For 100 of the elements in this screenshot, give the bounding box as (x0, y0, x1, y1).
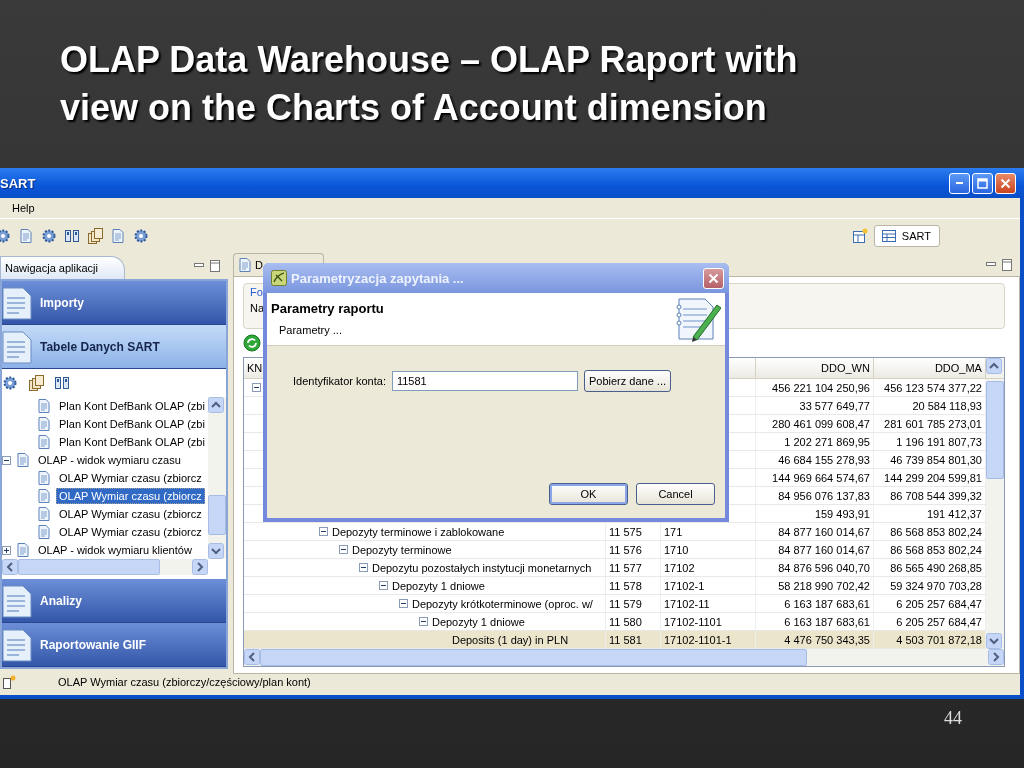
table-cell: 11 577 (608, 561, 642, 574)
category-bar[interactable]: Analizy (2, 579, 226, 623)
menu-item[interactable]: Help (10, 202, 37, 214)
document-icon (36, 434, 52, 450)
collapse-toggle[interactable] (318, 527, 328, 536)
new-window-icon[interactable] (851, 228, 868, 244)
scrollbar-thumb[interactable] (18, 559, 160, 575)
collapse-toggle[interactable] (251, 383, 261, 392)
table-cell: Depozyty krótkoterminowe (oproc. w/ (411, 597, 593, 610)
table-cell: Depozytu pozostałych instytucji monetarnych (371, 561, 592, 574)
cancel-button[interactable]: Cancel (636, 483, 715, 505)
tree-item[interactable]: OLAP Wymiar czasu (zbiorcz (56, 488, 205, 504)
minimize-button[interactable] (949, 172, 970, 194)
ok-button[interactable]: OK (549, 483, 628, 505)
document-icon (36, 488, 52, 504)
tree-item[interactable]: Plan Kont DefBank OLAP (zbi (56, 434, 208, 450)
table-row[interactable]: Depozyty 1 dniowe 11 580 17102-1101 6 163 187 683,61 6 205 257 684,47 (243, 613, 986, 631)
field-label: Identyfikator konta: (293, 375, 386, 387)
dialog-heading: Parametry raportu (271, 301, 384, 316)
table-cell: 17102-1101 (663, 615, 722, 628)
category-bar[interactable]: Raportowanie GIIF (2, 623, 226, 667)
table-row[interactable]: Depozyty terminowe i zablokowane 11 575 171 84 877 160 014,67 86 568 853 802,24 (243, 523, 986, 541)
maximize-icon[interactable] (209, 260, 220, 272)
expand-toggle[interactable] (2, 545, 11, 555)
collapse-toggle[interactable] (418, 617, 428, 626)
tree-item[interactable]: OLAP Wymiar czasu (zbiorcz (56, 506, 205, 522)
scroll-right-button[interactable] (191, 559, 208, 575)
table-cell: 1 196 191 807,73 (896, 435, 982, 448)
account-id-field[interactable]: 11581 (391, 371, 578, 391)
collapse-toggle[interactable] (398, 599, 408, 608)
panel-tab[interactable]: Nawigacja aplikacji (0, 256, 125, 279)
table-cell: 86 708 544 399,32 (890, 489, 982, 502)
table-row[interactable]: Depozyty krótkoterminowe (oproc. w/ 11 579 17102-11 6 163 187 683,61 6 205 257 684,47 (243, 595, 986, 613)
table-cell: 6 205 257 684,47 (896, 597, 982, 610)
gear-icon[interactable] (133, 228, 149, 244)
gear-icon[interactable] (2, 375, 18, 391)
scroll-down-button[interactable] (985, 633, 1002, 649)
scroll-up-button[interactable] (985, 358, 1002, 374)
perspective-button[interactable]: SART (873, 225, 940, 247)
tree-item[interactable]: OLAP Wymiar czasu (zbiorcz (56, 470, 205, 486)
tree-item[interactable]: OLAP - widok wymiaru czasu (35, 452, 184, 468)
status-text: OLAP Wymiar czasu (zbiorczy/częściowy/plan kont) (58, 676, 311, 688)
documents-icon[interactable] (28, 375, 44, 391)
document-icon (36, 416, 52, 432)
table-row[interactable]: Deposits (1 day) in PLN 11 581 17102-1101-1 4 476 750 343,35 4 503 701 872,18 (243, 631, 986, 649)
maximize-icon[interactable] (1001, 258, 1012, 271)
app-icon (271, 270, 287, 286)
close-button[interactable] (995, 172, 1016, 194)
columns-icon[interactable] (64, 228, 80, 244)
folder-icon (15, 452, 31, 468)
scrollbar-thumb[interactable] (207, 495, 226, 535)
table-cell: 281 601 785 273,01 (884, 417, 982, 430)
columns-icon[interactable] (54, 375, 70, 391)
table-cell: 6 205 257 684,47 (896, 615, 982, 628)
table-cell: 84 956 076 137,83 (778, 489, 870, 502)
tree-item[interactable]: Plan Kont DefBank OLAP (zbi (56, 416, 208, 432)
documents-icon[interactable] (87, 228, 103, 244)
close-icon (1000, 177, 1011, 189)
category-bar[interactable]: Tabele Danych SART (2, 325, 226, 369)
document-icon (36, 398, 52, 414)
document-icon[interactable] (18, 228, 34, 244)
column-header: DDO_WN (821, 362, 870, 374)
collapse-toggle[interactable] (338, 545, 348, 554)
table-row[interactable]: Depozyty terminowe 11 576 1710 84 877 160 014,67 86 568 853 802,24 (243, 541, 986, 559)
document-icon (2, 329, 32, 364)
scroll-down-button[interactable] (207, 543, 224, 559)
fetch-data-button[interactable]: Pobierz dane ... (583, 370, 671, 392)
close-button[interactable] (703, 267, 724, 289)
field-label: Na (249, 302, 264, 314)
tree-item[interactable]: OLAP Wymiar czasu (zbiorcz (56, 524, 205, 540)
collapse-toggle[interactable] (358, 563, 368, 572)
refresh-icon[interactable] (242, 334, 261, 352)
table-cell: 17102-1 (663, 579, 705, 592)
table-cell: 4 476 750 343,35 (784, 633, 870, 646)
table-row[interactable]: Depozytu pozostałych instytucji monetarnych 11 577 17102 84 876 596 040,70 86 565 490 268,85 (243, 559, 986, 577)
table-cell: 46 739 854 801,30 (890, 453, 982, 466)
table-cell: 456 123 574 377,22 (884, 381, 982, 394)
maximize-button[interactable] (972, 172, 993, 194)
scroll-up-button[interactable] (207, 397, 224, 413)
scrollbar-thumb[interactable] (259, 649, 807, 666)
tree-item[interactable]: Plan Kont DefBank OLAP (zbi (56, 398, 208, 414)
table-cell: 11 579 (608, 597, 642, 610)
scroll-right-button[interactable] (987, 649, 1004, 665)
gear-icon[interactable] (41, 228, 57, 244)
table-cell: 59 324 970 703,28 (890, 579, 982, 592)
scroll-left-button[interactable] (243, 649, 260, 665)
scroll-left-button[interactable] (2, 559, 18, 575)
table-cell: Deposits (1 day) in PLN (451, 633, 569, 646)
collapse-toggle[interactable] (2, 455, 11, 465)
document-icon (36, 524, 52, 540)
tree-item[interactable]: OLAP - widok wymiaru klientów (35, 542, 195, 558)
category-bar[interactable]: Importy (2, 281, 226, 325)
close-icon (708, 272, 719, 284)
table-cell: 144 299 204 599,81 (884, 471, 982, 484)
table-row[interactable]: Depozyty 1 dniowe 11 578 17102-1 58 218 990 702,42 59 324 970 703,28 (243, 577, 986, 595)
minimize-icon (956, 182, 963, 184)
group-label: Fo (249, 286, 263, 298)
collapse-toggle[interactable] (378, 581, 388, 590)
document-icon[interactable] (110, 228, 126, 244)
table-cell: 11 581 (608, 633, 642, 646)
